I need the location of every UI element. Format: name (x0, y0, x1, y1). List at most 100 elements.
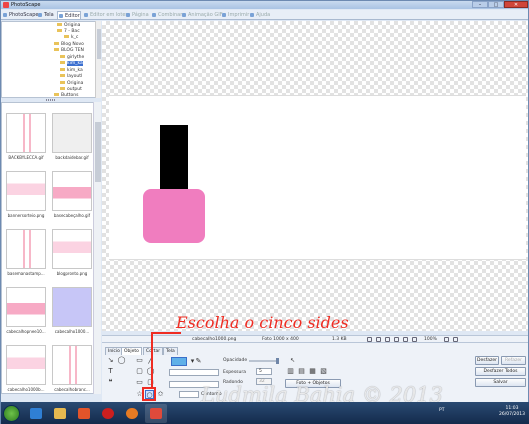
rounded-rect-tool[interactable]: ▢ (135, 367, 144, 376)
status-filename: cabecalho1000.png (192, 337, 237, 342)
tree-item[interactable]: kim_ka (60, 68, 83, 73)
thumbnail-label: basemanastamp... (7, 271, 45, 276)
rectangle-tool[interactable]: ▭ (135, 356, 144, 365)
window-title: PhotoScape (11, 2, 41, 8)
ie-icon (30, 408, 42, 419)
thumbnail-scrollbar[interactable] (93, 102, 101, 394)
scroll-thumb[interactable] (95, 122, 101, 182)
thumbnail-image[interactable] (6, 113, 46, 153)
cursor-icon: ↖ (289, 357, 296, 364)
align-icon[interactable]: ▦ (308, 367, 317, 376)
zoom-out-icon[interactable] (444, 337, 449, 342)
start-button[interactable] (3, 405, 20, 422)
flip-icon[interactable] (385, 337, 390, 342)
panel-tab-cortar[interactable]: Cortar (143, 347, 164, 355)
undo-button[interactable]: Desfazer (475, 356, 499, 365)
fit-icon[interactable] (394, 337, 399, 342)
language-indicator[interactable]: PT (439, 408, 444, 413)
arrow-tool[interactable]: ↘ (106, 356, 115, 365)
tab-ajuda[interactable]: Ajuda (249, 11, 270, 19)
scroll-thumb[interactable] (97, 29, 101, 59)
thumbnail-label: cabecalhopnee10... (6, 329, 46, 334)
tab-photoscape[interactable]: PhotoScape (2, 11, 39, 19)
square-tool[interactable]: ▭ (135, 378, 144, 387)
taskbar-ie[interactable] (25, 404, 47, 423)
taskbar: PT (1, 402, 529, 424)
clock[interactable]: 11:03 26/07/2013 (497, 406, 527, 418)
tree-item[interactable]: Blog Novo (54, 42, 84, 47)
thumbnail-image[interactable] (6, 229, 46, 269)
text-tool[interactable]: T (106, 367, 115, 376)
thumbnail-image[interactable] (6, 171, 46, 211)
five-sides-star-tool[interactable]: ✩ (156, 390, 165, 399)
tree-item[interactable]: girlythe (60, 55, 84, 60)
balloon-tool[interactable]: ◯ (117, 356, 126, 365)
close-button[interactable]: ✕ (504, 1, 528, 8)
status-photo-size: Foto 1000 x 400 (262, 337, 299, 342)
thumbnail-image[interactable] (52, 171, 92, 211)
maximize-button[interactable]: □ (488, 1, 504, 8)
tab-combinar[interactable]: Combinar (151, 11, 182, 19)
thumbnail-image[interactable] (52, 113, 92, 153)
rotate-icon[interactable] (376, 337, 381, 342)
tree-item[interactable]: BLOG TEN (54, 48, 84, 53)
opacity-slider[interactable] (249, 358, 279, 364)
folder-tree[interactable]: Origina 7 - Bac k_c Blog Novo BLOG TEN g… (1, 21, 101, 98)
folder-icon (60, 68, 65, 71)
taskbar-firefox[interactable] (121, 404, 143, 423)
tab-editor-em-lotes[interactable]: Editor em lotes (83, 11, 128, 19)
zoom-in-icon[interactable] (453, 337, 458, 342)
panel-tab-tela[interactable]: Tela (163, 347, 178, 355)
app-window: PhotoScape – □ ✕ PhotoScape Tela Editor … (0, 0, 529, 424)
panel-tab-objeto[interactable]: Objeto (121, 347, 142, 355)
tab-editor[interactable]: Editor (57, 11, 81, 19)
taskbar-media[interactable] (73, 404, 95, 423)
eyedropper-icon[interactable]: ✎ (194, 357, 203, 366)
tree-item[interactable]: Origina (60, 81, 83, 86)
photoscape-icon (150, 408, 162, 419)
quote-tool[interactable]: ❝ (106, 378, 115, 387)
save-icon[interactable] (367, 337, 372, 342)
thumbnail-image[interactable] (52, 287, 92, 327)
align-icon[interactable]: ▥ (286, 367, 295, 376)
zoom-icon[interactable] (403, 337, 408, 342)
tree-item[interactable]: k_c (64, 35, 78, 40)
thumbnail-image[interactable] (52, 345, 92, 385)
app-logo-icon (3, 2, 9, 8)
tree-item[interactable]: layoutl (60, 74, 82, 79)
align-icon[interactable]: ▤ (297, 367, 306, 376)
zoom-1to1-icon[interactable] (412, 337, 417, 342)
tree-item[interactable]: Origina (57, 23, 80, 28)
tree-item-selected[interactable]: kim_ka (60, 61, 83, 66)
tab-animacao-gif[interactable]: Animação GIF (181, 11, 223, 19)
line-style-select[interactable] (169, 369, 219, 376)
thumbnail-image[interactable] (52, 229, 92, 269)
undo-all-button[interactable]: Desfazer Todos (475, 367, 526, 376)
minimize-button[interactable]: – (472, 1, 488, 8)
align-icon[interactable]: ▧ (319, 367, 328, 376)
tab-imprimir[interactable]: Imprimir (221, 11, 249, 19)
tab-pagina[interactable]: Página (125, 11, 149, 19)
thumbnail-image[interactable] (6, 345, 46, 385)
slider-knob[interactable] (276, 358, 279, 364)
thumbnail-label: bannersorteio.png (7, 213, 45, 218)
taskbar-opera[interactable] (97, 404, 119, 423)
opera-icon (102, 408, 114, 419)
tree-scrollbar[interactable] (95, 21, 101, 98)
tree-item[interactable]: output (60, 87, 82, 92)
tab-tela[interactable]: Tela (37, 11, 54, 19)
zoom-level[interactable]: 100% (424, 337, 437, 342)
folder-icon (54, 42, 59, 45)
taskbar-photoscape[interactable] (145, 404, 167, 423)
outline-checkbox[interactable] (179, 391, 199, 398)
tree-item[interactable]: 7 - Bac (57, 29, 80, 34)
folder-icon (57, 23, 62, 26)
opacity-label: Opacidade (223, 358, 248, 363)
taskbar-explorer[interactable] (49, 404, 71, 423)
thumbnail-image[interactable] (6, 287, 46, 327)
thickness-input[interactable]: 5 (256, 368, 272, 375)
nail-polish-cap (160, 125, 188, 191)
color-picker[interactable] (171, 357, 187, 366)
redo-button[interactable]: Refazer (501, 356, 526, 365)
save-button[interactable]: Salvar (475, 378, 526, 387)
